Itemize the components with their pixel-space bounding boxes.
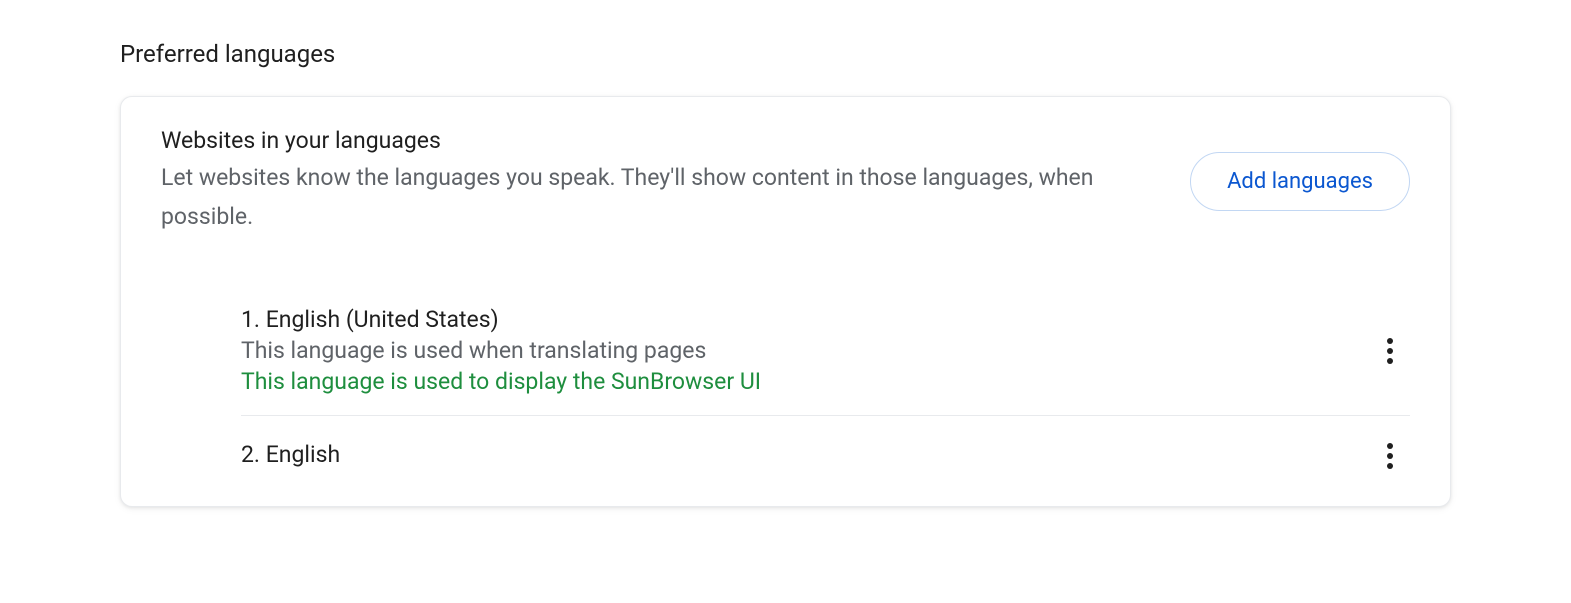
add-languages-button[interactable]: Add languages [1190, 152, 1410, 211]
language-info: 1. English (United States) This language… [241, 306, 1370, 395]
language-more-button[interactable] [1370, 331, 1410, 371]
card-subtitle: Websites in your languages [161, 127, 1150, 154]
language-row: 2. English [241, 416, 1410, 496]
language-name: 2. English [241, 441, 1370, 468]
languages-card: Websites in your languages Let websites … [120, 96, 1451, 507]
language-name: 1. English (United States) [241, 306, 1370, 333]
more-vertical-icon [1387, 338, 1393, 364]
more-vertical-icon [1387, 443, 1393, 469]
language-translation-note: This language is used when translating p… [241, 337, 1370, 364]
language-row: 1. English (United States) This language… [241, 286, 1410, 415]
card-header: Websites in your languages Let websites … [161, 127, 1410, 236]
preferred-languages-title: Preferred languages [120, 40, 1451, 68]
card-description: Let websites know the languages you spea… [161, 158, 1141, 236]
language-info: 2. English [241, 441, 1370, 472]
language-ui-note: This language is used to display the Sun… [241, 368, 1370, 395]
language-list: 1. English (United States) This language… [161, 286, 1410, 496]
language-more-button[interactable] [1370, 436, 1410, 476]
card-header-text: Websites in your languages Let websites … [161, 127, 1150, 236]
